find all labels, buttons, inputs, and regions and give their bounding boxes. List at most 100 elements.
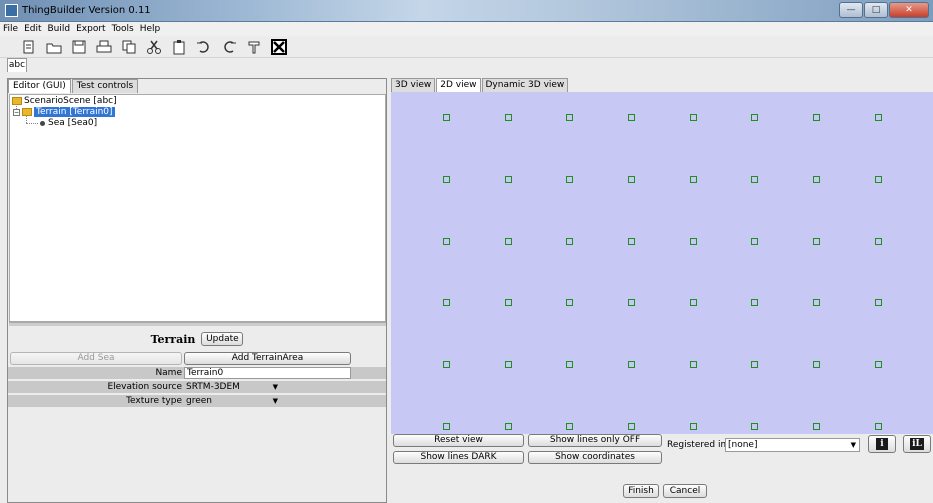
tab-dynamic-3d-view[interactable]: Dynamic 3D view	[481, 78, 569, 92]
grid-point[interactable]	[751, 176, 758, 183]
update-button[interactable]: Update	[201, 332, 244, 346]
close-x-icon[interactable]	[271, 38, 287, 55]
image-load-button[interactable]: iL	[903, 435, 931, 453]
redo-icon[interactable]	[221, 39, 237, 55]
tree-node-sea[interactable]: Sea [Sea0]	[40, 118, 97, 128]
grid-point[interactable]	[566, 299, 573, 306]
add-terrain-area-button[interactable]: Add TerrainArea	[184, 352, 351, 365]
menu-build[interactable]: Build	[45, 22, 74, 36]
reset-view-button[interactable]: Reset view	[393, 434, 524, 447]
grid-point[interactable]	[628, 114, 635, 121]
grid-point[interactable]	[566, 176, 573, 183]
grid-point[interactable]	[875, 114, 882, 121]
grid-point[interactable]	[751, 423, 758, 430]
grid-point[interactable]	[875, 299, 882, 306]
grid-point[interactable]	[566, 238, 573, 245]
grid-point[interactable]	[875, 238, 882, 245]
registered-image-select[interactable]: [none] ▼	[725, 438, 860, 452]
grid-point[interactable]	[505, 299, 512, 306]
grid-point[interactable]	[875, 361, 882, 368]
grid-point[interactable]	[505, 423, 512, 430]
name-field[interactable]: Terrain0	[184, 367, 351, 379]
tab-3d-view[interactable]: 3D view	[391, 78, 436, 92]
grid-point[interactable]	[690, 423, 697, 430]
menu-edit[interactable]: Edit	[21, 22, 44, 36]
grid-point[interactable]	[690, 238, 697, 245]
tree-node-scenario[interactable]: ScenarioScene [abc]	[12, 96, 117, 106]
grid-point[interactable]	[813, 299, 820, 306]
dropdown-arrow-icon: ▼	[272, 383, 278, 391]
close-window-button[interactable]: ✕	[889, 2, 929, 18]
map-canvas-2d[interactable]	[391, 92, 933, 434]
grid-point[interactable]	[690, 361, 697, 368]
tab-editor-gui[interactable]: Editor (GUI)	[8, 79, 71, 93]
grid-point[interactable]	[875, 176, 882, 183]
grid-point[interactable]	[505, 114, 512, 121]
new-file-icon[interactable]	[21, 39, 37, 55]
finish-button[interactable]: Finish	[623, 484, 659, 498]
maximize-button[interactable]: □	[864, 2, 888, 18]
grid-point[interactable]	[813, 238, 820, 245]
grid-point[interactable]	[505, 238, 512, 245]
add-sea-button[interactable]: Add Sea	[10, 352, 182, 365]
open-folder-icon[interactable]	[46, 39, 62, 55]
grid-point[interactable]	[690, 114, 697, 121]
grid-point[interactable]	[443, 114, 450, 121]
file-tab-abc[interactable]: abc	[7, 58, 27, 72]
show-lines-only-button[interactable]: Show lines only OFF	[528, 434, 662, 447]
grid-point[interactable]	[443, 176, 450, 183]
grid-point[interactable]	[628, 176, 635, 183]
grid-point[interactable]	[875, 423, 882, 430]
grid-point[interactable]	[566, 361, 573, 368]
grid-point[interactable]	[690, 176, 697, 183]
grid-point[interactable]	[628, 299, 635, 306]
menu-tools[interactable]: Tools	[109, 22, 137, 36]
copy-icon[interactable]	[121, 39, 137, 55]
grid-point[interactable]	[505, 176, 512, 183]
grid-point[interactable]	[566, 114, 573, 121]
save-icon[interactable]	[71, 39, 87, 55]
show-lines-dark-button[interactable]: Show lines DARK	[393, 451, 524, 464]
tree-node-terrain[interactable]: − Terrain [Terrain0]	[13, 107, 115, 117]
grid-point[interactable]	[813, 361, 820, 368]
grid-point[interactable]	[751, 238, 758, 245]
app-icon	[5, 4, 18, 17]
grid-point[interactable]	[690, 299, 697, 306]
build-icon[interactable]	[246, 39, 262, 55]
collapse-icon[interactable]: −	[13, 108, 20, 116]
tab-test-controls[interactable]: Test controls	[71, 79, 139, 93]
tree-node-label: ScenarioScene [abc]	[24, 96, 117, 106]
elevation-source-select[interactable]: SRTM-3DEM ▼	[184, 381, 281, 393]
grid-point[interactable]	[751, 114, 758, 121]
image-info-button[interactable]: i	[868, 435, 896, 453]
grid-point[interactable]	[751, 361, 758, 368]
cancel-button[interactable]: Cancel	[663, 484, 707, 498]
grid-point[interactable]	[813, 423, 820, 430]
grid-point[interactable]	[443, 238, 450, 245]
grid-point[interactable]	[751, 299, 758, 306]
dropdown-arrow-icon: ▼	[850, 441, 856, 449]
menu-help[interactable]: Help	[137, 22, 164, 36]
grid-point[interactable]	[628, 423, 635, 430]
grid-point[interactable]	[505, 361, 512, 368]
grid-point[interactable]	[443, 423, 450, 430]
menu-export[interactable]: Export	[73, 22, 108, 36]
show-coordinates-button[interactable]: Show coordinates	[528, 451, 662, 464]
cut-icon[interactable]	[146, 39, 162, 55]
menu-file[interactable]: File	[0, 22, 21, 36]
leaf-icon	[40, 120, 45, 126]
grid-point[interactable]	[628, 361, 635, 368]
grid-point[interactable]	[813, 114, 820, 121]
texture-type-select[interactable]: green ▼	[184, 395, 281, 407]
paste-icon[interactable]	[171, 39, 187, 55]
grid-point[interactable]	[813, 176, 820, 183]
grid-point[interactable]	[566, 423, 573, 430]
undo-icon[interactable]	[196, 39, 212, 55]
print-icon[interactable]	[96, 39, 112, 55]
dropdown-arrow-icon: ▼	[272, 397, 278, 405]
grid-point[interactable]	[628, 238, 635, 245]
minimize-button[interactable]: —	[839, 2, 863, 18]
tab-2d-view[interactable]: 2D view	[436, 78, 481, 92]
grid-point[interactable]	[443, 361, 450, 368]
grid-point[interactable]	[443, 299, 450, 306]
